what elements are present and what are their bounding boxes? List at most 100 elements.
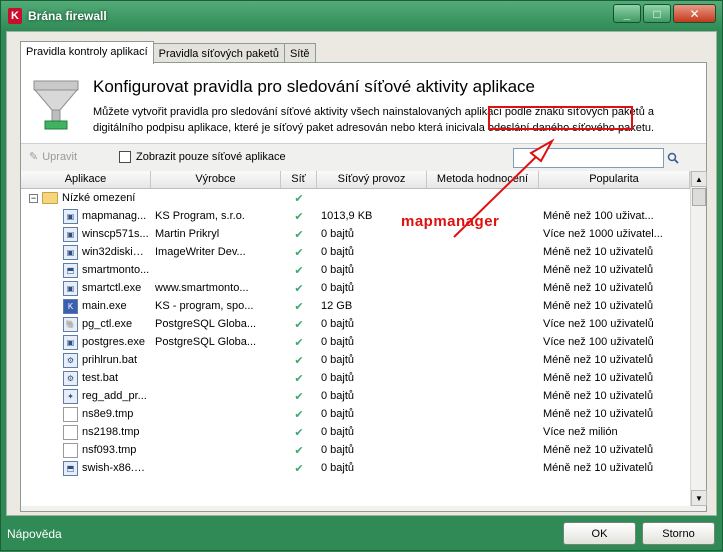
column-header-network[interactable]: Síť bbox=[281, 171, 317, 188]
application-name: win32diskim... bbox=[82, 246, 151, 258]
cell-traffic: 0 bajtů bbox=[321, 444, 355, 456]
cell-traffic: 0 bajtů bbox=[321, 390, 355, 402]
cell-network-check: ✔ bbox=[294, 390, 304, 403]
cell-traffic: 12 GB bbox=[321, 300, 353, 312]
close-icon[interactable]: ✕ bbox=[673, 4, 716, 23]
exe-icon: ▣ bbox=[63, 334, 78, 350]
cell-traffic: 0 bajtů bbox=[321, 264, 355, 276]
exe-icon: ▣ bbox=[63, 208, 78, 224]
cell-application: ⬒ swish-x86.msi bbox=[21, 460, 151, 476]
installer-icon: ⬒ bbox=[63, 460, 78, 476]
cell-network-check: ✔ bbox=[294, 228, 304, 241]
cell-network-check: ✔ bbox=[294, 318, 304, 331]
title-bar[interactable]: K Brána firewall _ □ ✕ bbox=[1, 1, 722, 31]
vertical-scrollbar[interactable]: ▲ ▼ bbox=[690, 171, 707, 506]
group-label-cell: − Nízké omezení bbox=[21, 192, 281, 204]
table-row[interactable]: ▣ win32diskim... ImageWriter Dev... ✔ 0 bajt… bbox=[21, 243, 690, 261]
cell-network-check: ✔ bbox=[294, 264, 304, 277]
cell-popularity: Méně než 10 uživatelů bbox=[543, 444, 654, 456]
cell-popularity: Méně než 10 uživatelů bbox=[543, 408, 654, 420]
network-apps-only-toggle[interactable]: Zobrazit pouze síťové aplikace bbox=[119, 151, 286, 163]
scroll-up-icon[interactable]: ▲ bbox=[691, 171, 707, 187]
cell-application: ✦ reg_add_pr... bbox=[21, 388, 151, 404]
search-input[interactable] bbox=[513, 148, 664, 168]
application-name: ns8e9.tmp bbox=[82, 408, 134, 420]
cell-traffic: 0 bajtů bbox=[321, 282, 355, 294]
table-row[interactable]: ▣ mapmanag... KS Program, s.r.o. ✔ 1013,9 KB… bbox=[21, 207, 690, 225]
table-row[interactable]: ⬒ smartmonto... ✔ 0 bajtů Méně než 10 uživat… bbox=[21, 261, 690, 279]
cell-application: ▣ win32diskim... bbox=[21, 244, 151, 260]
table-row[interactable]: ⬒ swish-x86.msi ✔ 0 bajtů Méně než 10 uživat… bbox=[21, 459, 690, 477]
cell-network-check: ✔ bbox=[294, 210, 304, 223]
table-row[interactable]: ✦ reg_add_pr... ✔ 0 bajtů Méně než 10 uživat… bbox=[21, 387, 690, 405]
table-row[interactable]: ⚙ prihlrun.bat ✔ 0 bajtů Méně než 10 uživate… bbox=[21, 351, 690, 369]
cell-traffic: 0 bajtů bbox=[321, 336, 355, 348]
exe-icon: ▣ bbox=[63, 244, 78, 260]
table-row[interactable]: 🐘 pg_ctl.exe PostgreSQL Globa... ✔ 0 bajtů Ví… bbox=[21, 315, 690, 333]
column-header-application[interactable]: Aplikace bbox=[21, 171, 151, 188]
annotation-label: mapmanager bbox=[401, 213, 500, 230]
cell-popularity: Více než 1000 uživatel... bbox=[543, 228, 663, 240]
edit-button[interactable]: ✎ Upravit bbox=[29, 150, 78, 164]
grid-toolbar: ✎ Upravit Zobrazit pouze síťové aplikace bbox=[21, 143, 706, 171]
network-apps-only-checkbox[interactable] bbox=[119, 151, 131, 163]
help-link[interactable]: Nápověda bbox=[7, 527, 62, 541]
tab-application-rules[interactable]: Pravidla kontroly aplikací bbox=[20, 41, 154, 64]
cell-vendor: PostgreSQL Globa... bbox=[155, 336, 257, 348]
grid-header: Aplikace Výrobce Síť Síťový provoz Metod… bbox=[21, 171, 690, 189]
cell-network-check: ✔ bbox=[294, 444, 304, 457]
cell-network-check: ✔ bbox=[294, 282, 304, 295]
application-name: smartmonto... bbox=[82, 264, 150, 276]
cell-application: ▣ mapmanag... bbox=[21, 208, 151, 224]
scroll-down-icon[interactable]: ▼ bbox=[691, 490, 707, 506]
table-row[interactable]: ns2198.tmp ✔ 0 bajtů Více než milión bbox=[21, 423, 690, 441]
cell-application: ⚙ prihlrun.bat bbox=[21, 352, 151, 368]
table-row[interactable]: ▣ smartctl.exe www.smartmonto... ✔ 0 bajtů Mé… bbox=[21, 279, 690, 297]
minimize-icon[interactable]: _ bbox=[613, 4, 641, 23]
cell-traffic: 0 bajtů bbox=[321, 372, 355, 384]
tab-packet-rules[interactable]: Pravidla síťových paketů bbox=[152, 43, 285, 63]
application-name: test.bat bbox=[82, 372, 119, 384]
bat-icon: ⚙ bbox=[63, 370, 78, 386]
tab-strip: Pravidla kontroly aplikací Pravidla síťo… bbox=[20, 41, 316, 64]
cell-popularity: Méně než 10 uživatelů bbox=[543, 462, 654, 474]
cell-network-check: ✔ bbox=[294, 462, 304, 475]
cell-traffic: 0 bajtů bbox=[321, 318, 355, 330]
cell-traffic: 0 bajtů bbox=[321, 408, 355, 420]
collapse-icon[interactable]: − bbox=[29, 193, 38, 203]
ok-button[interactable]: OK bbox=[563, 522, 636, 545]
scroll-thumb[interactable] bbox=[692, 188, 706, 206]
table-row[interactable]: ▣ winscp571s... Martin Prikryl ✔ 0 bajtů Více… bbox=[21, 225, 690, 243]
cell-popularity: Více než 100 uživatelů bbox=[543, 336, 654, 348]
exe-icon: ▣ bbox=[63, 280, 78, 296]
column-header-traffic[interactable]: Síťový provoz bbox=[317, 171, 427, 188]
table-row[interactable]: nsf093.tmp ✔ 0 bajtů Méně než 10 uživatelů bbox=[21, 441, 690, 459]
window-controls: _ □ ✕ bbox=[613, 4, 716, 23]
cell-vendor: www.smartmonto... bbox=[155, 282, 249, 294]
application-name: main.exe bbox=[82, 300, 127, 312]
cell-popularity: Méně než 10 uživatelů bbox=[543, 282, 654, 294]
network-apps-only-label: Zobrazit pouze síťové aplikace bbox=[136, 151, 286, 163]
cell-popularity: Více než milión bbox=[543, 426, 618, 438]
column-header-popularity[interactable]: Popularita bbox=[539, 171, 690, 188]
cell-popularity: Méně než 10 uživatelů bbox=[543, 246, 654, 258]
column-header-rating-method[interactable]: Metoda hodnocení bbox=[427, 171, 539, 188]
edit-button-label: Upravit bbox=[42, 150, 78, 163]
table-row[interactable]: ⚙ test.bat ✔ 0 bajtů Méně než 10 uživatelů bbox=[21, 369, 690, 387]
grid-rows: ▣ mapmanag... KS Program, s.r.o. ✔ 1013,9 KB… bbox=[21, 207, 690, 477]
application-name: smartctl.exe bbox=[82, 282, 142, 294]
table-row[interactable]: Kmain.exe KS - program, spo... ✔ 12 GB Méně … bbox=[21, 297, 690, 315]
column-header-vendor[interactable]: Výrobce bbox=[151, 171, 281, 188]
group-row-low-restriction[interactable]: − Nízké omezení ✔ bbox=[21, 189, 690, 207]
maximize-icon[interactable]: □ bbox=[643, 4, 671, 23]
table-row[interactable]: ns8e9.tmp ✔ 0 bajtů Méně než 10 uživatelů bbox=[21, 405, 690, 423]
horizontal-scrollbar[interactable] bbox=[21, 506, 706, 511]
cell-network-check: ✔ bbox=[294, 246, 304, 259]
cell-popularity: Méně než 100 uživat... bbox=[543, 210, 654, 222]
cancel-button[interactable]: Storno bbox=[642, 522, 715, 545]
tab-networks[interactable]: Sítě bbox=[283, 43, 316, 63]
table-row[interactable]: ▣ postgres.exe PostgreSQL Globa... ✔ 0 bajtů… bbox=[21, 333, 690, 351]
search-button[interactable] bbox=[664, 148, 682, 168]
group-network-check: ✔ bbox=[294, 192, 304, 205]
installer-icon: ⬒ bbox=[63, 262, 78, 278]
